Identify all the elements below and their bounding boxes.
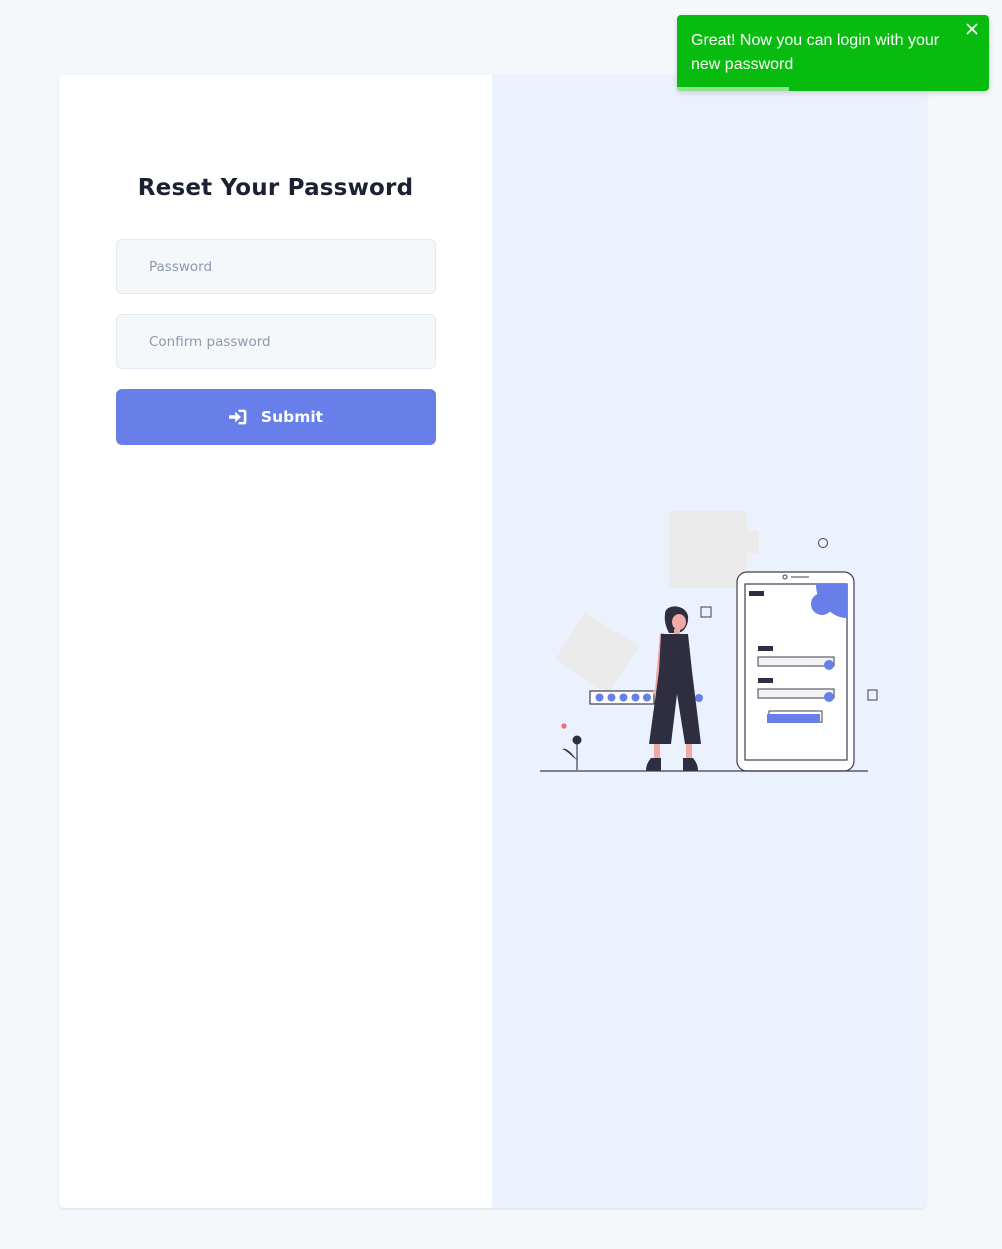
plant-bud (572, 735, 582, 745)
decor-square-outline-right (867, 689, 878, 701)
decor-dot-blue (695, 694, 703, 702)
phone-input-2-dot (824, 692, 834, 702)
phone-label-1 (758, 646, 773, 651)
decor-tilted-square (555, 612, 639, 694)
phone-input-1-dot (824, 660, 834, 670)
decor-square-small (737, 531, 759, 553)
woman-leg-right (686, 744, 692, 760)
phone-avatar-dot (811, 593, 833, 615)
woman-shoe-right (683, 758, 698, 771)
page-title: Reset Your Password (137, 175, 414, 201)
reset-password-card: Reset Your Password Submit (59, 75, 926, 1208)
close-icon[interactable] (964, 21, 980, 37)
woman-jumpsuit (649, 634, 701, 744)
form-panel: Reset Your Password Submit (59, 75, 492, 1208)
woman-shoe-left (646, 758, 661, 771)
woman-face (672, 614, 686, 630)
password-input[interactable] (116, 239, 436, 294)
success-toast: Great! Now you can login with your new p… (677, 15, 989, 91)
phone-label-2 (758, 678, 773, 683)
woman-leg-left (654, 744, 660, 760)
toast-progress-bar (677, 87, 790, 91)
toast-message: Great! Now you can login with your new p… (691, 32, 940, 73)
phone-input-1 (757, 656, 835, 667)
phone-input-2 (757, 688, 835, 699)
phone-button (767, 714, 820, 723)
sign-in-icon (228, 409, 247, 425)
decor-square-outline (700, 606, 712, 618)
decor-circle-outline (818, 538, 828, 548)
phone-label-top (749, 591, 764, 596)
decor-dot-pink (561, 723, 567, 729)
confirm-password-input[interactable] (116, 314, 436, 369)
reset-password-illustration (540, 511, 878, 772)
decor-square-large (669, 511, 747, 588)
submit-button[interactable]: Submit (116, 389, 436, 445)
illustration-panel (492, 75, 926, 1208)
plant-leaf (562, 748, 577, 760)
submit-button-label: Submit (260, 408, 324, 426)
